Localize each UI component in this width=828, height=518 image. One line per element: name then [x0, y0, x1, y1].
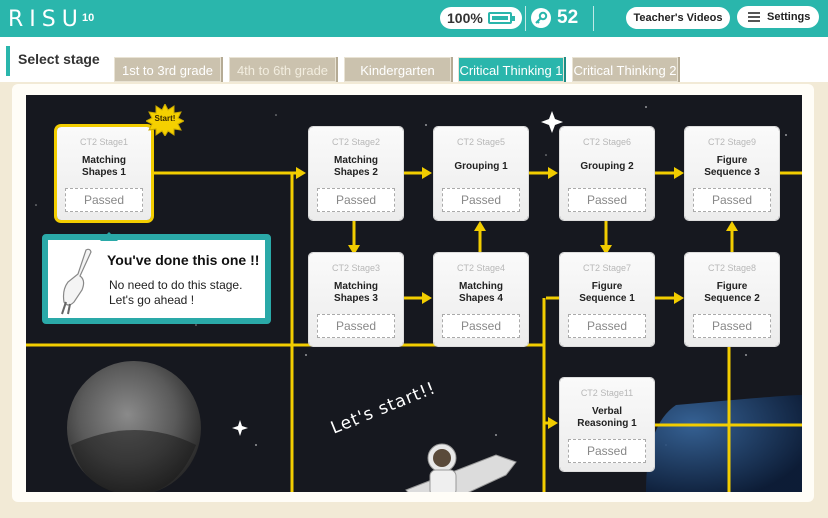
- stage-name-line1: Figure: [716, 281, 748, 292]
- stage-card-stage4[interactable]: CT2 Stage4 Matching Shapes 4 Passed: [434, 253, 528, 346]
- page-title: Select stage: [18, 51, 100, 67]
- header-accent: [6, 46, 10, 76]
- stage-code: CT2 Stage8: [707, 263, 757, 273]
- battery-icon: [488, 12, 515, 24]
- tab-kindergarten[interactable]: Kindergarten: [344, 57, 451, 82]
- teacher-videos-button[interactable]: Teacher's Videos: [626, 7, 730, 29]
- stage-status: Passed: [442, 314, 520, 338]
- stage-tooltip: You've done this one !! No need to do th…: [42, 232, 271, 324]
- logo-number: 10: [82, 12, 95, 24]
- stage-card-stage3[interactable]: CT2 Stage3 Matching Shapes 3 Passed: [309, 253, 403, 346]
- start-badge: Start!: [144, 102, 186, 137]
- stage-name-line1: Grouping 1: [454, 161, 508, 172]
- stage-name-line2: Sequence 1: [579, 293, 635, 304]
- tab-critical-thinking-2[interactable]: Critical Thinking 2: [572, 57, 678, 82]
- stage-code: CT2 Stage5: [456, 137, 506, 147]
- tab-critical-thinking-1[interactable]: Critical Thinking 1: [458, 57, 564, 82]
- stage-code: CT2 Stage1: [79, 137, 129, 147]
- divider: [525, 6, 526, 31]
- tooltip-message: No need to do this stage.: [109, 278, 243, 292]
- divider: [593, 6, 594, 31]
- stage-status: Passed: [317, 314, 395, 338]
- stage-name-line1: Matching: [82, 155, 126, 166]
- stage-status: Passed: [693, 188, 771, 212]
- stage-status: Passed: [442, 188, 520, 212]
- battery-percent: 100%: [447, 10, 483, 26]
- battery-fill: [492, 16, 508, 20]
- stage-card-stage6[interactable]: CT2 Stage6 Grouping 2 Passed: [560, 127, 654, 220]
- stage-name-line2: Shapes 3: [334, 293, 378, 304]
- start-badge-label: Start!: [154, 114, 176, 123]
- key-icon: [531, 8, 551, 28]
- tooltip-title: You've done this one !!: [107, 252, 260, 268]
- stage-code: CT2 Stage3: [331, 263, 381, 273]
- app-logo: RISU: [8, 7, 84, 32]
- stage-code: CT2 Stage11: [580, 388, 634, 398]
- points-count: 52: [557, 7, 579, 28]
- stage-name-line1: Matching: [334, 281, 378, 292]
- stage-code: CT2 Stage4: [456, 263, 506, 273]
- stage-card-stage9[interactable]: CT2 Stage9 Figure Sequence 3 Passed: [685, 127, 779, 220]
- stage-code: CT2 Stage7: [582, 263, 632, 273]
- stage-card-stage7[interactable]: CT2 Stage7 Figure Sequence 1 Passed: [560, 253, 654, 346]
- stage-status: Passed: [568, 188, 646, 212]
- stage-card-stage8[interactable]: CT2 Stage8 Figure Sequence 2 Passed: [685, 253, 779, 346]
- stage-name-line1: Figure: [716, 155, 748, 166]
- stage-card-stage1[interactable]: CT2 Stage1 Matching Shapes 1 Passed: [57, 127, 151, 220]
- top-bar: RISU 10 100% 52 Teacher's Videos Setting…: [0, 0, 828, 37]
- stage-name-line2: Sequence 2: [704, 293, 760, 304]
- stage-card-stage11[interactable]: CT2 Stage11 Verbal Reasoning 1 Passed: [560, 378, 654, 471]
- stage-code: CT2 Stage6: [582, 137, 632, 147]
- pointing-hand-icon: [61, 248, 92, 315]
- stage-code: CT2 Stage9: [707, 137, 757, 147]
- stage-status: Passed: [568, 439, 646, 463]
- settings-label: Settings: [767, 11, 811, 23]
- settings-button[interactable]: Settings: [737, 6, 819, 28]
- stage-header: Select stage 1st to 3rd grade 4th to 6th…: [0, 37, 828, 82]
- stage-name-line2: Shapes 2: [334, 167, 378, 178]
- tab-4th-to-6th-grade[interactable]: 4th to 6th grade: [229, 57, 336, 82]
- tooltip-message: Let's go ahead !: [109, 293, 195, 307]
- stage-name-line2: Shapes 1: [82, 167, 126, 178]
- stage-status: Passed: [693, 314, 771, 338]
- tab-1st-to-3rd-grade[interactable]: 1st to 3rd grade: [114, 57, 221, 82]
- stage-name-line1: Figure: [591, 281, 623, 292]
- stage-name-line2: Reasoning 1: [577, 418, 637, 429]
- stage-name-line1: Verbal: [591, 406, 623, 417]
- battery-indicator: 100%: [440, 7, 522, 29]
- stage-card-stage2[interactable]: CT2 Stage2 Matching Shapes 2 Passed: [309, 127, 403, 220]
- stage-status: Passed: [568, 314, 646, 338]
- stage-name-line1: Matching: [459, 281, 503, 292]
- stage-card-stage5[interactable]: CT2 Stage5 Grouping 1 Passed: [434, 127, 528, 220]
- stage-status: Passed: [317, 188, 395, 212]
- stage-code: CT2 Stage2: [331, 137, 381, 147]
- stage-name-line2: Sequence 3: [704, 167, 760, 178]
- stage-status: Passed: [65, 188, 143, 212]
- menu-icon: [748, 12, 760, 22]
- stage-name-line1: Matching: [334, 155, 378, 166]
- stage-name-line1: Grouping 2: [580, 161, 634, 172]
- stage-name-line2: Shapes 4: [459, 293, 503, 304]
